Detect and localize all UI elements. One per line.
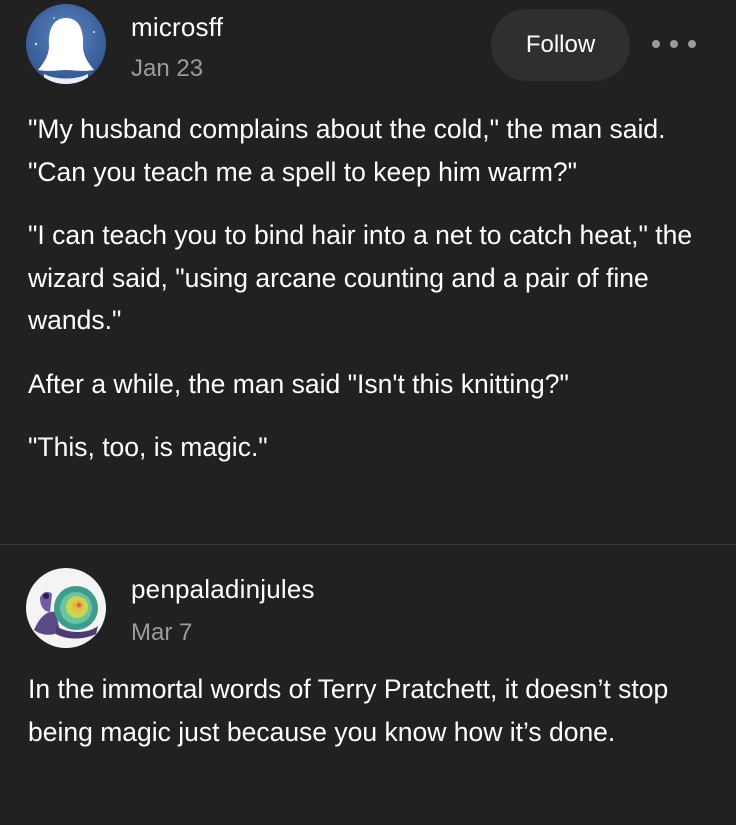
more-options-icon[interactable] <box>652 37 696 51</box>
post-date[interactable]: Mar 7 <box>131 619 192 647</box>
post-paragraph: After a while, the man said "Isn't this … <box>28 368 569 399</box>
post-paragraph: "This, too, is magic." <box>28 432 268 462</box>
more-dot <box>670 40 678 48</box>
follow-button[interactable]: Follow <box>491 9 630 81</box>
post-paragraph: "My husband complains about the cold," t… <box>28 114 666 187</box>
more-dot <box>652 40 660 48</box>
post-username[interactable]: penpaladinjules <box>131 574 315 605</box>
more-dot <box>688 40 696 48</box>
post-microsff: microsff Jan 23 Follow "My husband compl… <box>0 0 736 545</box>
post-body: In the immortal words of Terry Pratchett… <box>28 668 718 774</box>
post-paragraph: "I can teach you to bind hair into a net… <box>28 220 693 335</box>
post-body: "My husband complains about the cold," t… <box>28 108 718 490</box>
post-username[interactable]: microsff <box>131 12 223 43</box>
post-divider <box>0 544 736 545</box>
post-paragraph: In the immortal words of Terry Pratchett… <box>28 674 669 747</box>
post-date[interactable]: Jan 23 <box>131 55 203 83</box>
snail-avatar-icon[interactable] <box>26 568 106 648</box>
ghost-avatar-icon[interactable] <box>26 4 106 84</box>
post-penpaladinjules: penpaladinjules Mar 7 In the immortal wo… <box>0 546 736 825</box>
